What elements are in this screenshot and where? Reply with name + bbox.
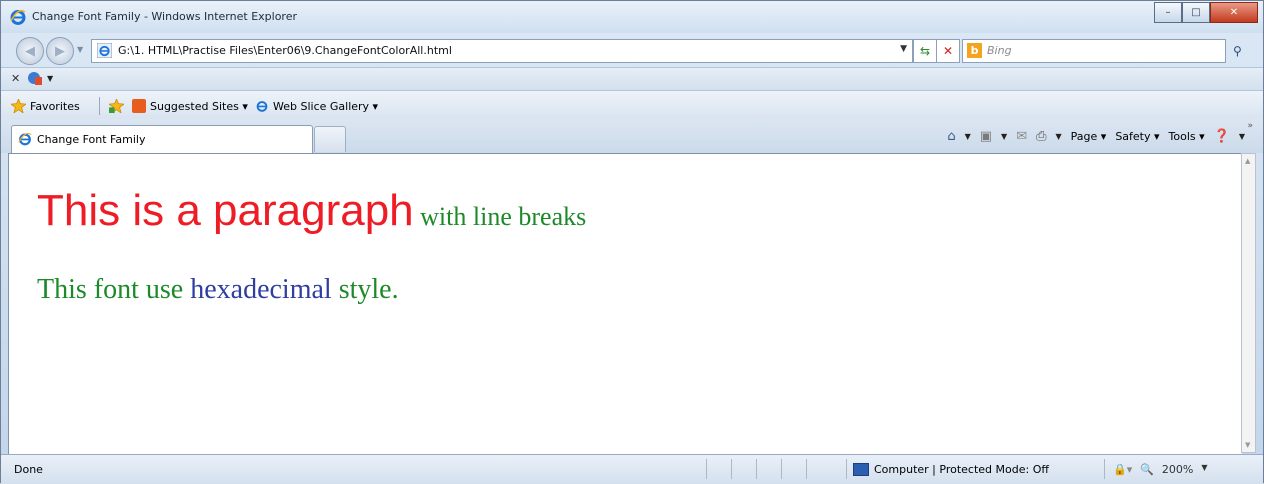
toolbar-overflow-chevron-icon[interactable]: » — [1247, 121, 1253, 131]
status-divider — [846, 459, 847, 479]
translate-dropdown-icon[interactable]: ▼ — [47, 74, 53, 83]
home-dropdown-icon[interactable]: ▼ — [965, 132, 971, 141]
suggested-sites-label: Suggested Sites ▾ — [150, 99, 248, 113]
favorites-separator — [99, 97, 100, 115]
help-dropdown-icon[interactable]: ▼ — [1239, 132, 1245, 141]
status-divider — [1104, 459, 1105, 479]
title-bar: Change Font Family - Windows Internet Ex… — [1, 1, 1263, 33]
favorites-bar: Favorites Suggested Sites ▾ Web Slice Ga… — [1, 90, 1263, 120]
suggested-sites-link[interactable]: Suggested Sites ▾ — [132, 99, 248, 113]
print-icon[interactable]: ⎙ — [1036, 129, 1046, 144]
security-zone-label: Computer | Protected Mode: Off — [874, 463, 1049, 476]
computer-icon — [853, 463, 869, 476]
safety-menu[interactable]: Safety ▾ — [1115, 130, 1159, 143]
web-slice-gallery-label: Web Slice Gallery ▾ — [273, 99, 379, 113]
minimize-button[interactable]: – — [1154, 2, 1182, 23]
browser-window: Change Font Family - Windows Internet Ex… — [0, 0, 1264, 484]
page-menu[interactable]: Page ▾ — [1071, 130, 1107, 143]
hex-line-blue-word: hexadecimal — [190, 274, 332, 305]
search-box[interactable]: b Bing — [962, 39, 1226, 63]
tools-menu[interactable]: Tools ▾ — [1169, 130, 1205, 143]
vertical-scrollbar[interactable]: ▲ ▼ — [1241, 153, 1256, 453]
status-divider — [781, 459, 782, 479]
help-icon[interactable]: ❓ — [1214, 129, 1230, 144]
web-slice-gallery-link[interactable]: Web Slice Gallery ▾ — [255, 99, 378, 113]
zoom-control[interactable]: 🔒▾ 🔍 200% ▼ — [1113, 463, 1208, 476]
forward-arrow-icon: ▶ — [55, 43, 65, 59]
maximize-button[interactable]: □ — [1182, 2, 1210, 23]
refresh-button[interactable]: ⇆ — [913, 39, 937, 63]
bing-icon: b — [967, 43, 982, 58]
paragraph-hexadecimal: This font use hexadecimal style. — [37, 274, 399, 306]
address-bar[interactable]: G:\1. HTML\Practise Files\Enter06\9.Chan… — [91, 39, 913, 63]
address-dropdown-icon[interactable]: ▼ — [900, 44, 907, 54]
zoom-dropdown-icon[interactable]: ▼ — [1201, 463, 1207, 476]
stop-icon: ✕ — [942, 44, 954, 58]
status-bar: Done Computer | Protected Mode: Off 🔒▾ 🔍… — [1, 454, 1263, 484]
tab-row: Change Font Family ⌂ ▼ ▣ ▼ ✉ ⎙ ▼ Page ▾ Saf… — [1, 119, 1263, 153]
close-button[interactable]: ✕ — [1210, 2, 1258, 23]
hex-line-start: This font use — [37, 274, 191, 305]
stop-button[interactable]: ✕ — [936, 39, 960, 63]
new-tab-button[interactable] — [314, 126, 346, 152]
forward-button[interactable]: ▶ — [46, 37, 74, 65]
status-divider — [756, 459, 757, 479]
print-dropdown-icon[interactable]: ▼ — [1056, 132, 1062, 141]
tab-label: Change Font Family — [37, 133, 146, 146]
status-divider — [731, 459, 732, 479]
add-to-favorites-bar-button[interactable] — [109, 99, 124, 113]
back-button[interactable]: ◀ — [16, 37, 44, 65]
status-divider — [706, 459, 707, 479]
window-controls: – □ ✕ — [1154, 2, 1258, 23]
scroll-up-arrow-icon[interactable]: ▲ — [1245, 157, 1250, 165]
refresh-icon: ⇆ — [919, 44, 931, 58]
hex-line-end: style. — [331, 274, 399, 305]
close-bar-icon[interactable]: ✕ — [11, 72, 20, 85]
suggested-sites-icon — [132, 99, 146, 113]
tab-ie-icon — [18, 132, 32, 146]
paragraph-line-breaks: This is a paragraph with line breaks — [37, 186, 586, 236]
scroll-down-arrow-icon[interactable]: ▼ — [1245, 441, 1250, 449]
window-title: Change Font Family - Windows Internet Ex… — [32, 10, 297, 23]
recent-pages-dropdown-icon[interactable]: ▼ — [77, 45, 83, 54]
search-placeholder: Bing — [987, 44, 1012, 57]
translate-icon[interactable] — [27, 71, 43, 86]
favorites-button[interactable]: Favorites — [11, 99, 80, 113]
status-divider — [806, 459, 807, 479]
zoom-icon: 🔍 — [1140, 463, 1154, 476]
feeds-icon[interactable]: ▣ — [980, 129, 992, 144]
feeds-dropdown-icon[interactable]: ▼ — [1001, 132, 1007, 141]
page-ie-icon — [97, 43, 112, 58]
address-row: ◀ ▶ ▼ G:\1. HTML\Practise Files\Enter06\… — [1, 34, 1263, 66]
protected-mode-icon[interactable]: 🔒▾ — [1113, 463, 1132, 476]
favorites-label: Favorites — [30, 99, 80, 113]
address-url[interactable]: G:\1. HTML\Practise Files\Enter06\9.Chan… — [118, 44, 452, 57]
command-bar: ⌂ ▼ ▣ ▼ ✉ ⎙ ▼ Page ▾ Safety ▾ Tools ▾ ❓ ▼ — [947, 129, 1245, 144]
page-content: This is a paragraph with line breaks Thi… — [8, 153, 1242, 455]
paragraph-green-text: with line breaks — [413, 202, 587, 231]
translate-bar: ✕ ▼ — [1, 67, 1263, 90]
back-arrow-icon: ◀ — [25, 43, 35, 59]
favorites-star-icon — [11, 99, 26, 113]
paragraph-red-text: This is a paragraph — [37, 186, 414, 235]
security-zone[interactable]: Computer | Protected Mode: Off — [853, 463, 1049, 476]
add-favorite-icon — [109, 99, 124, 113]
tab-change-font-family[interactable]: Change Font Family — [11, 125, 313, 153]
read-mail-icon[interactable]: ✉ — [1016, 129, 1027, 144]
status-text: Done — [14, 463, 43, 476]
web-slice-ie-icon — [256, 101, 268, 112]
ie-logo-icon — [10, 9, 26, 25]
home-icon[interactable]: ⌂ — [947, 129, 955, 144]
zoom-level: 200% — [1161, 463, 1194, 476]
search-icon[interactable]: ⚲ — [1233, 44, 1242, 58]
